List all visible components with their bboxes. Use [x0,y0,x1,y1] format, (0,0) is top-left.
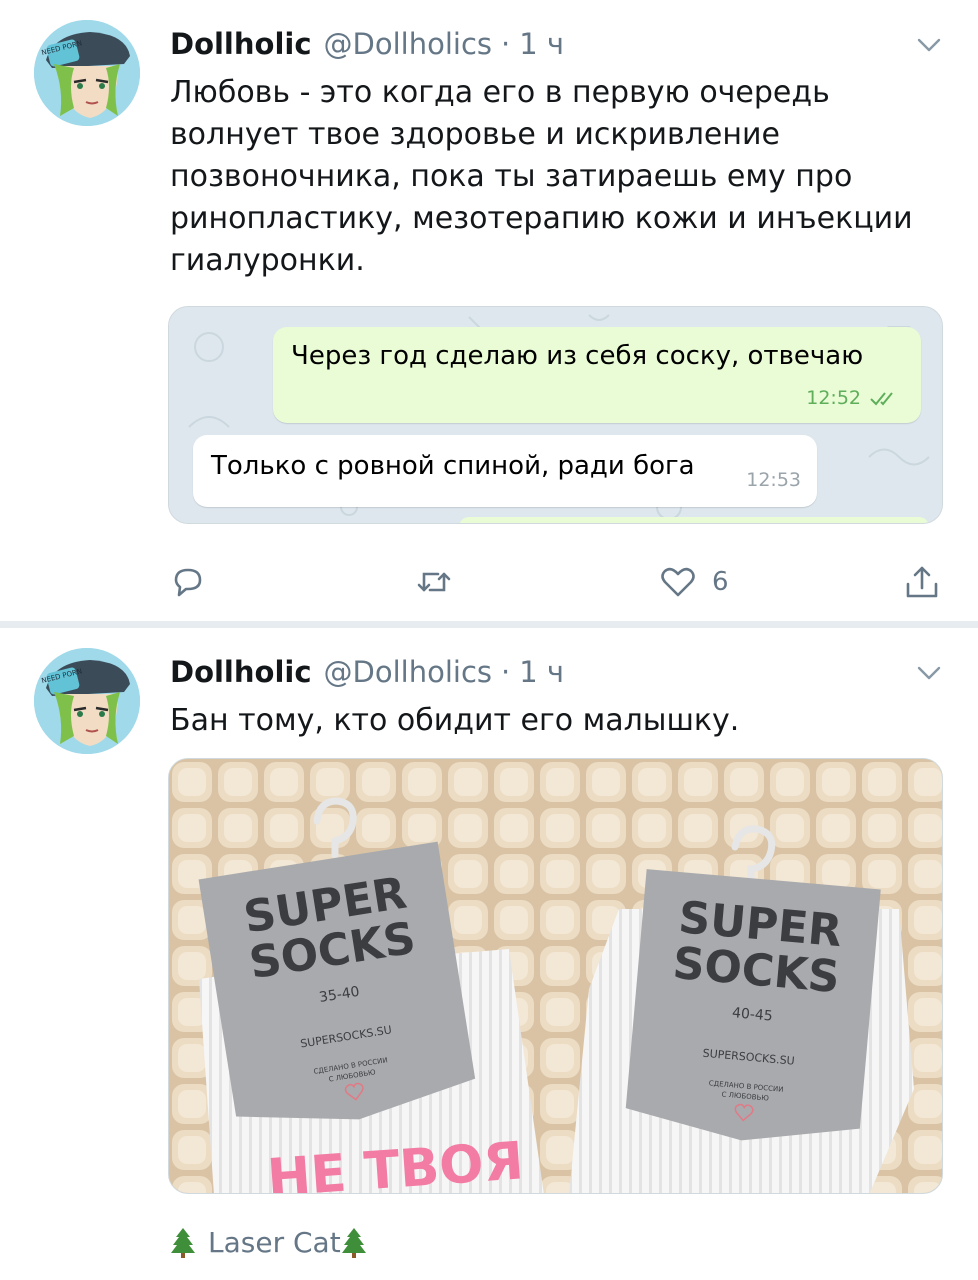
author-handle[interactable]: @Dollholics [324,655,492,689]
author-name[interactable]: Dollholic [170,27,312,61]
tweet-footer[interactable]: Laser Cat [170,1222,367,1262]
avatar-image: NEED PORN [34,648,140,754]
like-button[interactable]: 6 [658,560,729,604]
tweet-header: Dollholic @Dollholics · 1 ч [170,22,564,66]
footer-label: Laser Cat [208,1225,341,1259]
separator: · [501,27,511,61]
tree-icon [171,1228,195,1258]
tweet-media-photo[interactable]: НЕ ТВОЯ SUPER SOCKS 35-40 SUPERSOCKS.SU … [168,758,943,1194]
socks-photo: НЕ ТВОЯ SUPER SOCKS 35-40 SUPERSOCKS.SU … [169,759,942,1193]
chat-message-text: Только с ровной спиной, ради бога [211,451,695,481]
read-ticks-icon [870,392,893,406]
tweet-text: Бан тому, кто обидит его малышку. [170,703,740,738]
tweet-media-chat-screenshot[interactable]: Через год сделаю из себя соску, отвечаю … [168,306,943,524]
chat-bubble-incoming: Только с ровной спиной, ради бога 12:53 [193,435,817,507]
share-button[interactable] [902,560,942,604]
author-handle[interactable]: @Dollholics [324,27,492,61]
chat-message-text: Через год сделаю из себя соску, отвечаю [291,341,864,371]
tree-icon [341,1228,366,1258]
tweet-divider [0,621,978,628]
chevron-down-icon[interactable] [914,662,944,684]
separator: · [501,655,511,689]
retweet-button[interactable] [414,560,454,604]
avatar[interactable]: NEED PORN [34,648,140,754]
retweet-icon [417,572,451,592]
tweet[interactable]: NEED PORN Dollholic @Dollholics · 1 ч Ба… [0,628,978,1280]
tweet-actions: 6 [168,560,948,604]
tweet-header: Dollholic @Dollholics · 1 ч [170,650,564,694]
chat-message-time: 12:53 [746,469,801,491]
like-count: 6 [712,567,729,597]
chat-message-time: 12:52 [806,387,861,409]
tweet-time[interactable]: 1 ч [519,27,564,61]
reply-icon [174,568,202,597]
heart-icon [661,567,695,597]
chat-bubble-outgoing: Через год сделаю из себя соску, отвечаю … [273,327,921,423]
tweet-text: Любовь - это когда его в первую очередь … [170,75,913,278]
chevron-down-icon[interactable] [914,34,944,56]
share-icon [906,566,938,598]
author-name[interactable]: Dollholic [170,655,312,689]
tweet[interactable]: NEED PORN Dollholic @Dollholics · 1 ч Лю… [0,0,978,622]
tweet-time[interactable]: 1 ч [519,655,564,689]
avatar[interactable]: NEED PORN [34,20,140,126]
reply-button[interactable] [168,560,208,604]
chat-bubble-partial [459,517,929,523]
avatar-image: NEED PORN [34,20,140,126]
